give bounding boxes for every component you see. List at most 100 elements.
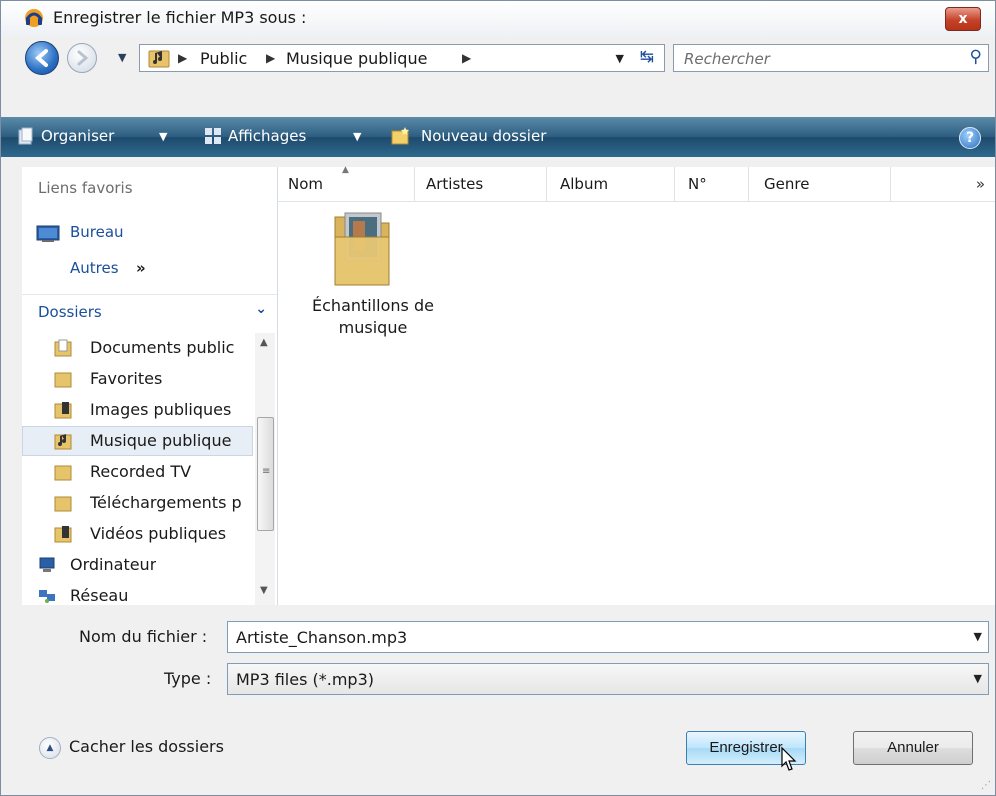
folder-label-line1: Échantillons de xyxy=(312,296,434,315)
mouse-pointer-icon xyxy=(781,746,797,771)
column-numero[interactable]: N° xyxy=(688,175,707,193)
column-artistes[interactable]: Artistes xyxy=(426,175,483,193)
forward-button[interactable] xyxy=(67,43,97,73)
organize-icon xyxy=(18,127,33,145)
search-box[interactable]: ⚲ xyxy=(673,44,989,72)
back-button[interactable] xyxy=(25,41,59,75)
folder-item[interactable]: Échantillons de musique xyxy=(298,205,448,355)
column-divider[interactable] xyxy=(674,167,675,201)
filename-field[interactable]: Artiste_Chanson.mp3 ▼ xyxy=(227,621,989,653)
grip-icon: ≡ xyxy=(262,466,271,477)
tree-label: Vidéos publiques xyxy=(90,524,227,543)
column-divider[interactable] xyxy=(890,167,891,201)
save-dialog: Enregistrer le fichier MP3 sous : x ▼ ▶ … xyxy=(0,0,996,796)
column-divider[interactable] xyxy=(414,167,415,201)
new-folder-button[interactable]: Nouveau dossier xyxy=(421,127,546,145)
breadcrumb-musique-publique[interactable]: Musique publique xyxy=(286,49,427,68)
tree-item-telechargements[interactable]: Téléchargements p xyxy=(22,488,253,518)
search-icon[interactable]: ⚲ xyxy=(970,47,982,67)
tree-item-reseau[interactable]: Réseau xyxy=(22,581,253,605)
help-button[interactable]: ? xyxy=(959,127,981,149)
tree-item-documents-publics[interactable]: Documents public xyxy=(22,333,253,363)
folder-images-icon xyxy=(54,402,72,419)
filename-value[interactable]: Artiste_Chanson.mp3 xyxy=(236,628,407,647)
folder-documents-icon xyxy=(54,339,72,357)
tree-label: Ordinateur xyxy=(70,555,157,574)
column-divider[interactable] xyxy=(748,167,749,201)
help-icon: ? xyxy=(965,130,975,146)
close-icon: x xyxy=(958,11,968,27)
views-button[interactable]: Affichages xyxy=(228,127,306,145)
music-folder-icon xyxy=(334,212,390,286)
type-label: Type : xyxy=(164,669,212,688)
tree-label: Téléchargements p xyxy=(90,493,242,512)
folder-icon xyxy=(54,465,72,481)
tree-item-ordinateur[interactable]: Ordinateur xyxy=(22,550,253,580)
refresh-icon[interactable]: ↹ xyxy=(640,47,654,67)
recent-pages-dropdown[interactable]: ▼ xyxy=(118,51,126,64)
new-folder-icon xyxy=(391,127,409,145)
window-title: Enregistrer le fichier MP3 sous : xyxy=(53,8,307,27)
column-divider[interactable] xyxy=(546,167,547,201)
chevron-down-icon[interactable]: ▼ xyxy=(974,630,982,643)
tree-label: Musique publique xyxy=(90,431,232,450)
title-bar: Enregistrer le fichier MP3 sous : x xyxy=(1,1,995,36)
folder-icon xyxy=(54,496,72,512)
views-dropdown-icon[interactable]: ▼ xyxy=(353,130,361,143)
command-bar: Organiser ▼ Affichages ▼ Nouveau dossier… xyxy=(1,117,995,157)
folders-header[interactable]: Dossiers ⌄ xyxy=(22,295,277,329)
file-list: ▲ Nom Artistes Album N° Genre » Échantil… xyxy=(278,165,995,605)
column-nom[interactable]: Nom xyxy=(288,175,323,193)
folder-icon xyxy=(54,372,72,388)
address-bar[interactable]: ▶ Public ▶ Musique publique ▶ ▼ ↹ xyxy=(139,44,665,72)
folder-label-line2: musique xyxy=(338,318,408,337)
more-icon[interactable]: » xyxy=(136,259,146,277)
breadcrumb-separator-icon: ▶ xyxy=(178,51,188,65)
chevron-down-icon[interactable]: ▼ xyxy=(974,672,982,685)
tree-item-videos-publiques[interactable]: Vidéos publiques xyxy=(22,519,253,549)
chevron-down-icon[interactable]: ⌄ xyxy=(255,301,267,317)
favorites-title: Liens favoris xyxy=(38,179,133,197)
audacity-icon xyxy=(25,9,43,27)
tree-item-favorites[interactable]: Favorites xyxy=(22,364,253,394)
favorite-autres[interactable]: Autres xyxy=(70,259,119,277)
cancel-button[interactable]: Annuler xyxy=(853,731,973,765)
chevron-down-icon[interactable]: ▼ xyxy=(616,52,624,65)
folders-label: Dossiers xyxy=(38,303,102,321)
network-icon xyxy=(39,590,55,603)
column-genre[interactable]: Genre xyxy=(764,175,809,193)
back-arrow-icon xyxy=(34,49,48,67)
search-input[interactable] xyxy=(682,48,956,70)
tree-label: Favorites xyxy=(90,369,163,388)
breadcrumb-public[interactable]: Public xyxy=(200,49,247,68)
filename-label: Nom du fichier : xyxy=(79,627,208,646)
tree-scrollbar[interactable]: ▲ ≡ ▼ xyxy=(255,333,275,605)
tree-label: Images publiques xyxy=(90,400,232,419)
save-form: Nom du fichier : Artiste_Chanson.mp3 ▼ T… xyxy=(1,605,995,795)
folder-videos-icon xyxy=(54,526,72,543)
tree-label: Réseau xyxy=(70,586,129,605)
type-select[interactable]: MP3 files (*.mp3) ▼ xyxy=(227,663,989,695)
scroll-up-icon[interactable]: ▲ xyxy=(260,337,268,348)
column-album[interactable]: Album xyxy=(560,175,608,193)
close-button[interactable]: x xyxy=(945,7,981,31)
desktop-icon xyxy=(36,225,60,242)
column-headers: ▲ Nom Artistes Album N° Genre » xyxy=(278,165,995,202)
more-columns-icon[interactable]: » xyxy=(976,175,985,193)
organize-button[interactable]: Organiser xyxy=(41,127,114,145)
organize-dropdown-icon[interactable]: ▼ xyxy=(159,130,167,143)
breadcrumb-separator-icon: ▶ xyxy=(266,51,276,65)
tree-item-musique-publique[interactable]: Musique publique xyxy=(22,426,253,456)
folder-item-label: Échantillons de musique xyxy=(298,295,448,339)
hide-folders-label: Cacher les dossiers xyxy=(69,737,224,756)
favorite-bureau[interactable]: Bureau xyxy=(70,223,124,241)
forward-arrow-icon xyxy=(77,50,89,66)
tree-item-recorded-tv[interactable]: Recorded TV xyxy=(22,457,253,487)
scroll-down-icon[interactable]: ▼ xyxy=(260,585,268,596)
breadcrumb-separator-icon: ▶ xyxy=(462,51,472,65)
scrollbar-thumb[interactable]: ≡ xyxy=(257,417,274,531)
tree-item-images-publiques[interactable]: Images publiques xyxy=(22,395,253,425)
resize-grip-icon[interactable]: ⋰ xyxy=(981,780,991,791)
chevron-up-icon: ▲ xyxy=(39,737,61,759)
music-folder-icon xyxy=(148,50,170,68)
